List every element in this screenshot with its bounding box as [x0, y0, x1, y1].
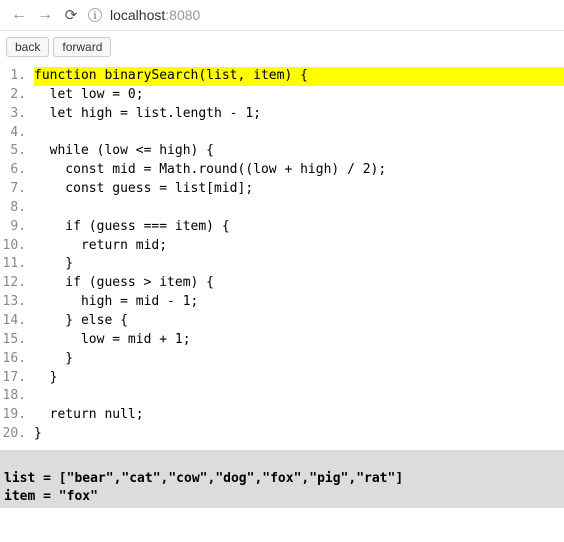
code-text: return mid; — [34, 237, 564, 256]
code-line: 1.function binarySearch(list, item) { — [0, 67, 564, 86]
state-item: item = "fox" — [4, 489, 98, 504]
code-text: low = mid + 1; — [34, 331, 564, 350]
line-number: 5. — [0, 142, 34, 161]
code-text: const mid = Math.round((low + high) / 2)… — [34, 161, 564, 180]
code-line: 13. high = mid - 1; — [0, 293, 564, 312]
line-number: 19. — [0, 406, 34, 425]
code-line: 6. const mid = Math.round((low + high) /… — [0, 161, 564, 180]
code-line: 19. return null; — [0, 406, 564, 425]
code-line: 11. } — [0, 255, 564, 274]
state-panel: list = ["bear","cat","cow","dog","fox","… — [0, 450, 564, 509]
code-line: 4. — [0, 124, 564, 143]
line-number: 18. — [0, 387, 34, 406]
code-text — [34, 124, 564, 143]
line-number: 1. — [0, 67, 34, 86]
line-number: 9. — [0, 218, 34, 237]
line-number: 17. — [0, 369, 34, 388]
code-text: } — [34, 255, 564, 274]
code-line: 12. if (guess > item) { — [0, 274, 564, 293]
address-bar[interactable]: localhost:8080 — [110, 7, 200, 23]
forward-button[interactable]: forward — [53, 37, 111, 57]
line-number: 20. — [0, 425, 34, 444]
code-text: let high = list.length - 1; — [34, 105, 564, 124]
back-button[interactable]: back — [6, 37, 49, 57]
code-text: if (guess === item) { — [34, 218, 564, 237]
code-line: 3. let high = list.length - 1; — [0, 105, 564, 124]
code-text: high = mid - 1; — [34, 293, 564, 312]
line-number: 16. — [0, 350, 34, 369]
code-text: let low = 0; — [34, 86, 564, 105]
url-port: :8080 — [165, 7, 200, 23]
code-text: while (low <= high) { — [34, 142, 564, 161]
code-line: 16. } — [0, 350, 564, 369]
line-number: 12. — [0, 274, 34, 293]
line-number: 3. — [0, 105, 34, 124]
info-icon[interactable]: i — [88, 8, 102, 22]
code-line: 10. return mid; — [0, 237, 564, 256]
code-line: 20.} — [0, 425, 564, 444]
code-line: 5. while (low <= high) { — [0, 142, 564, 161]
code-line: 17. } — [0, 369, 564, 388]
code-text — [34, 199, 564, 218]
code-text-active: function binarySearch(list, item) { — [34, 67, 564, 86]
code-text: } — [34, 369, 564, 388]
url-host: localhost — [110, 7, 165, 23]
code-text: if (guess > item) { — [34, 274, 564, 293]
line-number: 14. — [0, 312, 34, 331]
code-text: const guess = list[mid]; — [34, 180, 564, 199]
code-text: return null; — [34, 406, 564, 425]
code-line: 14. } else { — [0, 312, 564, 331]
line-number: 11. — [0, 255, 34, 274]
code-text: } — [34, 350, 564, 369]
code-text: } else { — [34, 312, 564, 331]
code-view: 1.function binarySearch(list, item) {2. … — [0, 61, 564, 450]
reload-icon[interactable]: ⟳ — [62, 6, 80, 24]
back-arrow-icon[interactable]: ← — [10, 6, 28, 24]
code-line: 9. if (guess === item) { — [0, 218, 564, 237]
code-line: 18. — [0, 387, 564, 406]
forward-arrow-icon[interactable]: → — [36, 6, 54, 24]
code-line: 15. low = mid + 1; — [0, 331, 564, 350]
code-text — [34, 387, 564, 406]
code-text: } — [34, 425, 564, 444]
line-number: 8. — [0, 199, 34, 218]
step-controls: back forward — [0, 31, 564, 61]
browser-toolbar: ← → ⟳ i localhost:8080 — [0, 0, 564, 31]
line-number: 10. — [0, 237, 34, 256]
line-number: 15. — [0, 331, 34, 350]
line-number: 4. — [0, 124, 34, 143]
line-number: 2. — [0, 86, 34, 105]
line-number: 7. — [0, 180, 34, 199]
code-line: 7. const guess = list[mid]; — [0, 180, 564, 199]
line-number: 6. — [0, 161, 34, 180]
code-line: 8. — [0, 199, 564, 218]
line-number: 13. — [0, 293, 34, 312]
state-list: list = ["bear","cat","cow","dog","fox","… — [4, 471, 403, 486]
code-line: 2. let low = 0; — [0, 86, 564, 105]
